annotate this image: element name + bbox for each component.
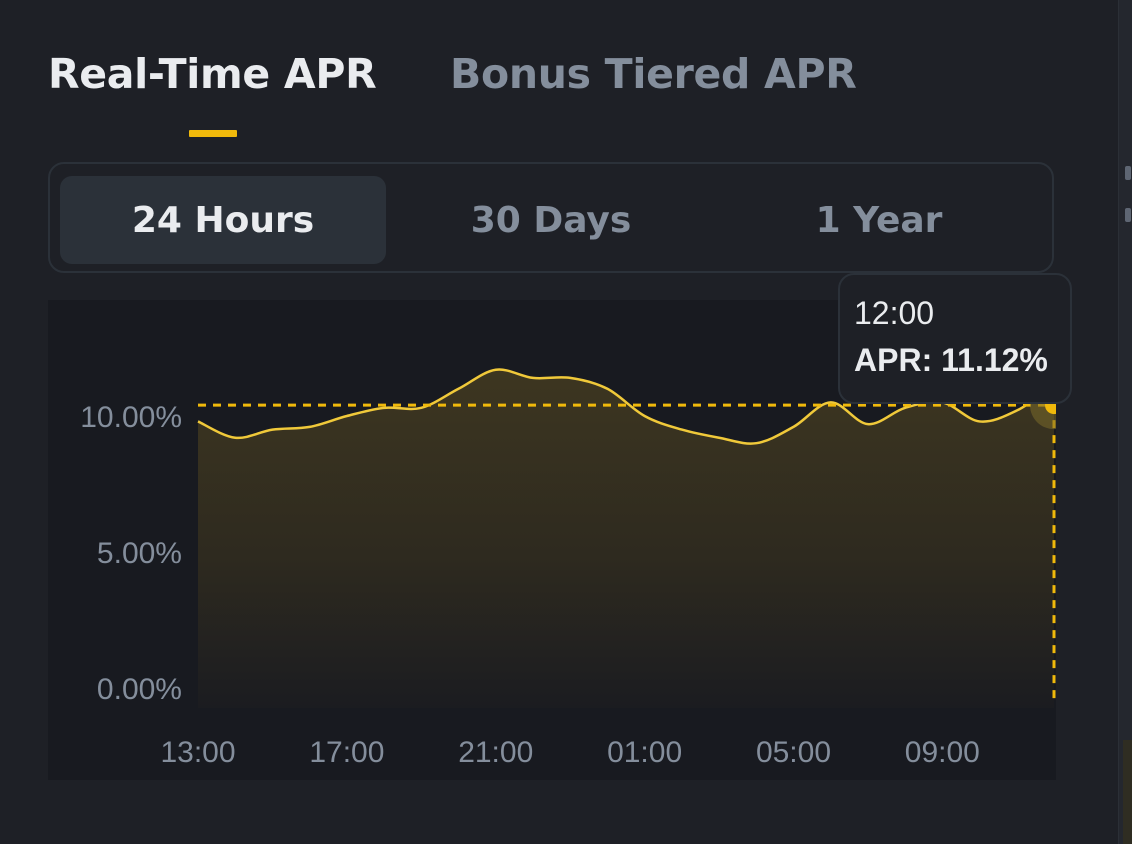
x-tick-label: 13:00 bbox=[160, 736, 235, 769]
adjacent-text-fragment bbox=[1125, 208, 1131, 222]
chart-tooltip: 12:00 APR: 11.12% bbox=[838, 273, 1072, 404]
adjacent-highlight bbox=[1123, 740, 1132, 844]
x-tick-label: 01:00 bbox=[607, 736, 682, 769]
range-1-year-button[interactable]: 1 Year bbox=[716, 176, 1042, 264]
range-30-days-button[interactable]: 30 Days bbox=[388, 176, 714, 264]
y-tick-label: 5.00% bbox=[97, 537, 182, 570]
time-range-selector: 24 Hours 30 Days 1 Year bbox=[48, 162, 1054, 273]
adjacent-panel-edge bbox=[1118, 0, 1132, 844]
tab-bonus-tiered-apr[interactable]: Bonus Tiered APR bbox=[450, 50, 857, 98]
active-tab-indicator bbox=[189, 130, 237, 137]
x-tick-label: 21:00 bbox=[458, 736, 533, 769]
tab-real-time-apr[interactable]: Real-Time APR bbox=[48, 50, 377, 98]
x-tick-label: 09:00 bbox=[905, 736, 980, 769]
tooltip-time: 12:00 bbox=[854, 295, 935, 331]
tooltip-apr-value: APR: 11.12% bbox=[854, 342, 1048, 378]
apr-panel: Real-Time APR Bonus Tiered APR 24 Hours … bbox=[0, 0, 1118, 844]
apr-area-fill bbox=[198, 369, 1054, 708]
x-tick-label: 17:00 bbox=[309, 736, 384, 769]
x-tick-label: 05:00 bbox=[756, 736, 831, 769]
range-24-hours-button[interactable]: 24 Hours bbox=[60, 176, 386, 264]
adjacent-text-fragment bbox=[1125, 166, 1131, 180]
y-tick-label: 0.00% bbox=[97, 673, 182, 706]
y-tick-label: 10.00% bbox=[80, 401, 182, 434]
